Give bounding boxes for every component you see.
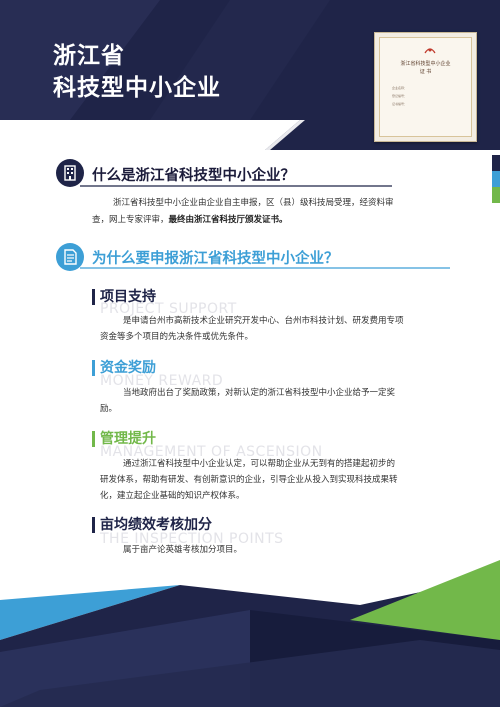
page-title-line2: 科技型中小企业 <box>53 75 221 101</box>
item4-line1: 属于亩产论英雄考核加分项目。 <box>123 545 243 555</box>
section1-body-line2-prefix: 查，网上专家评审， <box>92 215 169 225</box>
item2-line2: 励。 <box>100 404 118 414</box>
item2-marker <box>92 360 95 376</box>
item1-line1: 是申请台州市高新技术企业研究开发中心、台州市科技计划、研发费用专项 <box>123 316 404 326</box>
section1-body-line2-bold: 最终由浙江省科技厅颁发证书。 <box>168 215 288 225</box>
item3-title: 管理提升 <box>100 431 156 447</box>
item1-line2: 资金等多个项目的先决条件或优先条件。 <box>100 332 254 342</box>
side-bar-blue <box>492 171 500 187</box>
item2-title: 资金奖励 <box>100 360 156 376</box>
certificate-emblem-icon <box>424 48 436 54</box>
certificate-line2: 登记编号： <box>392 94 408 98</box>
section2-heading: 为什么要申报浙江省科技型中小企业？ <box>92 251 339 267</box>
item3-line1: 通过浙江省科技型中小企业认定，可以帮助企业从无到有的搭建起初步的 <box>123 459 396 469</box>
page-title-line1: 浙江省 <box>53 43 125 69</box>
side-bar-navy <box>492 155 500 171</box>
item3-line2: 研发体系，帮助有研发、有创新意识的企业，引导企业从投入到实现科技成果转 <box>100 475 398 485</box>
item1-title: 项目支持 <box>100 289 156 305</box>
certificate-subtitle: 证 书 <box>419 69 432 75</box>
item4-marker <box>92 517 95 533</box>
section1-body-line1: 浙江省科技型中小企业由企业自主申报，区（县）级科技局受理，经资料审 <box>113 198 394 208</box>
item1-marker <box>92 289 95 305</box>
item3-line3: 化，建立起企业基础的知识产权体系。 <box>100 491 245 501</box>
building-icon <box>56 159 84 187</box>
item2-line1: 当地政府出台了奖励政策，对新认定的浙江省科技型中小企业给予一定奖 <box>123 388 396 398</box>
brochure-page: 浙江省 科技型中小企业 浙江省科技型中小企业 证 书 企业名称： 登记编号： 证… <box>0 0 500 707</box>
item4-title: 亩均绩效考核加分 <box>100 517 212 533</box>
certificate-line3: 证书编号： <box>392 102 408 106</box>
certificate-image: 浙江省科技型中小企业 证 书 企业名称： 登记编号： 证书编号： <box>374 32 477 142</box>
item3-marker <box>92 431 95 447</box>
section1-body-line2: 查，网上专家评审，最终由浙江省科技厅颁发证书。 <box>92 212 452 229</box>
section1-heading: 什么是浙江省科技型中小企业？ <box>92 168 295 184</box>
certificate-title: 浙江省科技型中小企业 <box>400 61 451 67</box>
certificate-line1: 企业名称： <box>392 86 408 90</box>
document-icon <box>56 243 84 271</box>
side-bar-green <box>492 187 500 203</box>
